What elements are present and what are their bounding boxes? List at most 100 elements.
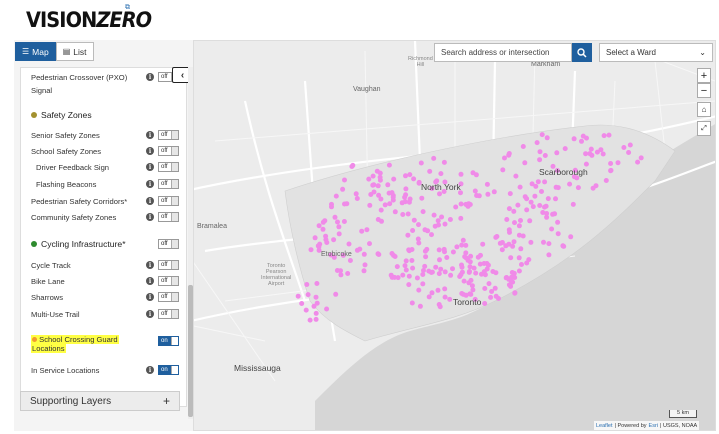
- crossing-guard-marker[interactable]: [442, 286, 448, 292]
- crossing-guard-marker[interactable]: [450, 249, 456, 255]
- crossing-guard-marker[interactable]: [470, 287, 476, 293]
- crossing-guard-marker[interactable]: [341, 219, 347, 224]
- crossing-guard-marker[interactable]: [417, 303, 423, 309]
- search-button[interactable]: [572, 43, 592, 62]
- crossing-guard-marker[interactable]: [484, 181, 490, 187]
- crossing-guard-marker[interactable]: [453, 204, 459, 210]
- crossing-guard-marker[interactable]: [516, 223, 522, 229]
- crossing-guard-marker[interactable]: [516, 268, 522, 274]
- crossing-guard-marker[interactable]: [507, 191, 513, 197]
- crossing-guard-marker[interactable]: [506, 206, 512, 212]
- crossing-guard-marker[interactable]: [511, 208, 517, 214]
- crossing-guard-marker[interactable]: [349, 164, 355, 169]
- crossing-guard-marker[interactable]: [513, 173, 519, 179]
- crossing-guard-marker[interactable]: [400, 272, 406, 278]
- tab-list[interactable]: ▤ List: [55, 42, 94, 61]
- crossing-guard-marker[interactable]: [520, 144, 526, 149]
- crossing-guard-marker[interactable]: [509, 274, 515, 280]
- crossing-guard-marker[interactable]: [509, 270, 515, 275]
- crossing-guard-marker[interactable]: [426, 294, 432, 300]
- crossing-guard-marker[interactable]: [313, 316, 319, 322]
- crossing-guard-marker[interactable]: [382, 202, 388, 208]
- crossing-guard-marker[interactable]: [336, 231, 342, 237]
- crossing-guard-marker[interactable]: [503, 243, 509, 249]
- crossing-guard-marker[interactable]: [480, 241, 486, 247]
- info-icon[interactable]: i: [146, 131, 154, 139]
- crossing-guard-marker[interactable]: [504, 275, 510, 280]
- crossing-guard-marker[interactable]: [499, 247, 505, 253]
- crossing-guard-marker[interactable]: [493, 293, 499, 299]
- vision-zero-logo[interactable]: VISIONZERO: [26, 8, 152, 32]
- crossing-guard-marker[interactable]: [437, 257, 442, 263]
- crossing-guard-marker[interactable]: [421, 268, 426, 273]
- crossing-guard-marker[interactable]: [583, 151, 589, 157]
- crossing-guard-marker[interactable]: [362, 262, 368, 268]
- crossing-guard-marker[interactable]: [370, 173, 376, 179]
- crossing-guard-marker[interactable]: [433, 264, 439, 270]
- crossing-guard-marker[interactable]: [368, 192, 374, 197]
- crossing-guard-marker[interactable]: [436, 222, 441, 228]
- crossing-guard-marker[interactable]: [416, 222, 421, 228]
- zoom-out-button[interactable]: −: [697, 83, 711, 98]
- crossing-guard-marker[interactable]: [303, 307, 309, 313]
- crossing-guard-marker[interactable]: [478, 252, 483, 258]
- crossing-guard-marker[interactable]: [493, 270, 499, 276]
- crossing-guard-marker[interactable]: [329, 201, 334, 207]
- crossing-guard-marker[interactable]: [444, 255, 450, 260]
- crossing-guard-marker[interactable]: [562, 146, 568, 152]
- crossing-guard-marker[interactable]: [386, 162, 392, 168]
- crossing-guard-marker[interactable]: [466, 280, 472, 286]
- crossing-guard-marker[interactable]: [333, 193, 339, 199]
- crossing-guard-marker[interactable]: [588, 146, 594, 152]
- crossing-guard-marker[interactable]: [410, 265, 416, 271]
- crossing-guard-marker[interactable]: [324, 306, 330, 312]
- crossing-guard-marker[interactable]: [436, 271, 442, 277]
- crossing-guard-marker[interactable]: [361, 251, 367, 257]
- esri-link[interactable]: Esri: [649, 423, 658, 429]
- crossing-guard-marker[interactable]: [375, 183, 381, 189]
- crossing-guard-marker[interactable]: [615, 160, 621, 166]
- crossing-guard-marker[interactable]: [512, 220, 517, 226]
- crossing-guard-marker[interactable]: [518, 246, 524, 252]
- info-icon[interactable]: i: [146, 163, 154, 171]
- crossing-guard-marker[interactable]: [450, 266, 455, 272]
- crossing-guard-marker[interactable]: [364, 227, 370, 233]
- crossing-guard-marker[interactable]: [447, 217, 453, 222]
- crossing-guard-marker[interactable]: [405, 211, 411, 217]
- crossing-guard-marker[interactable]: [491, 189, 497, 195]
- toggle-cycle-track[interactable]: off: [158, 260, 179, 270]
- crossing-guard-marker[interactable]: [627, 142, 633, 148]
- crossing-guard-marker[interactable]: [584, 135, 589, 141]
- crossing-guard-marker[interactable]: [459, 291, 465, 296]
- crossing-guard-marker[interactable]: [340, 186, 346, 192]
- crossing-guard-marker[interactable]: [407, 172, 413, 178]
- crossing-guard-marker[interactable]: [420, 281, 426, 287]
- crossing-guard-marker[interactable]: [550, 211, 556, 217]
- crossing-guard-marker[interactable]: [431, 212, 437, 218]
- info-icon[interactable]: i: [146, 366, 154, 374]
- info-icon[interactable]: i: [146, 310, 154, 318]
- crossing-guard-marker[interactable]: [532, 193, 538, 199]
- crossing-guard-marker[interactable]: [375, 217, 381, 222]
- external-link-icon[interactable]: ⧉: [125, 4, 130, 12]
- crossing-guard-marker[interactable]: [542, 204, 547, 210]
- crossing-guard-marker[interactable]: [575, 185, 581, 191]
- crossing-guard-marker[interactable]: [458, 171, 464, 177]
- crossing-guard-marker[interactable]: [342, 201, 347, 207]
- crossing-guard-marker[interactable]: [367, 241, 372, 247]
- crossing-guard-marker[interactable]: [467, 269, 472, 274]
- crossing-guard-marker[interactable]: [409, 300, 415, 306]
- crossing-guard-marker[interactable]: [323, 237, 329, 243]
- crossing-guard-marker[interactable]: [354, 196, 360, 201]
- crossing-guard-marker[interactable]: [467, 264, 473, 270]
- panel-scrollbar-thumb[interactable]: [188, 285, 193, 417]
- crossing-guard-marker[interactable]: [545, 196, 551, 202]
- crossing-guard-marker[interactable]: [435, 287, 441, 293]
- search-input[interactable]: [434, 43, 572, 62]
- toggle-bike-lane[interactable]: off: [158, 276, 179, 286]
- crossing-guard-marker[interactable]: [377, 177, 383, 183]
- toggle-flashing[interactable]: off: [158, 179, 179, 189]
- crossing-guard-marker[interactable]: [600, 151, 606, 157]
- crossing-guard-marker[interactable]: [295, 293, 301, 299]
- crossing-guard-marker[interactable]: [603, 178, 609, 183]
